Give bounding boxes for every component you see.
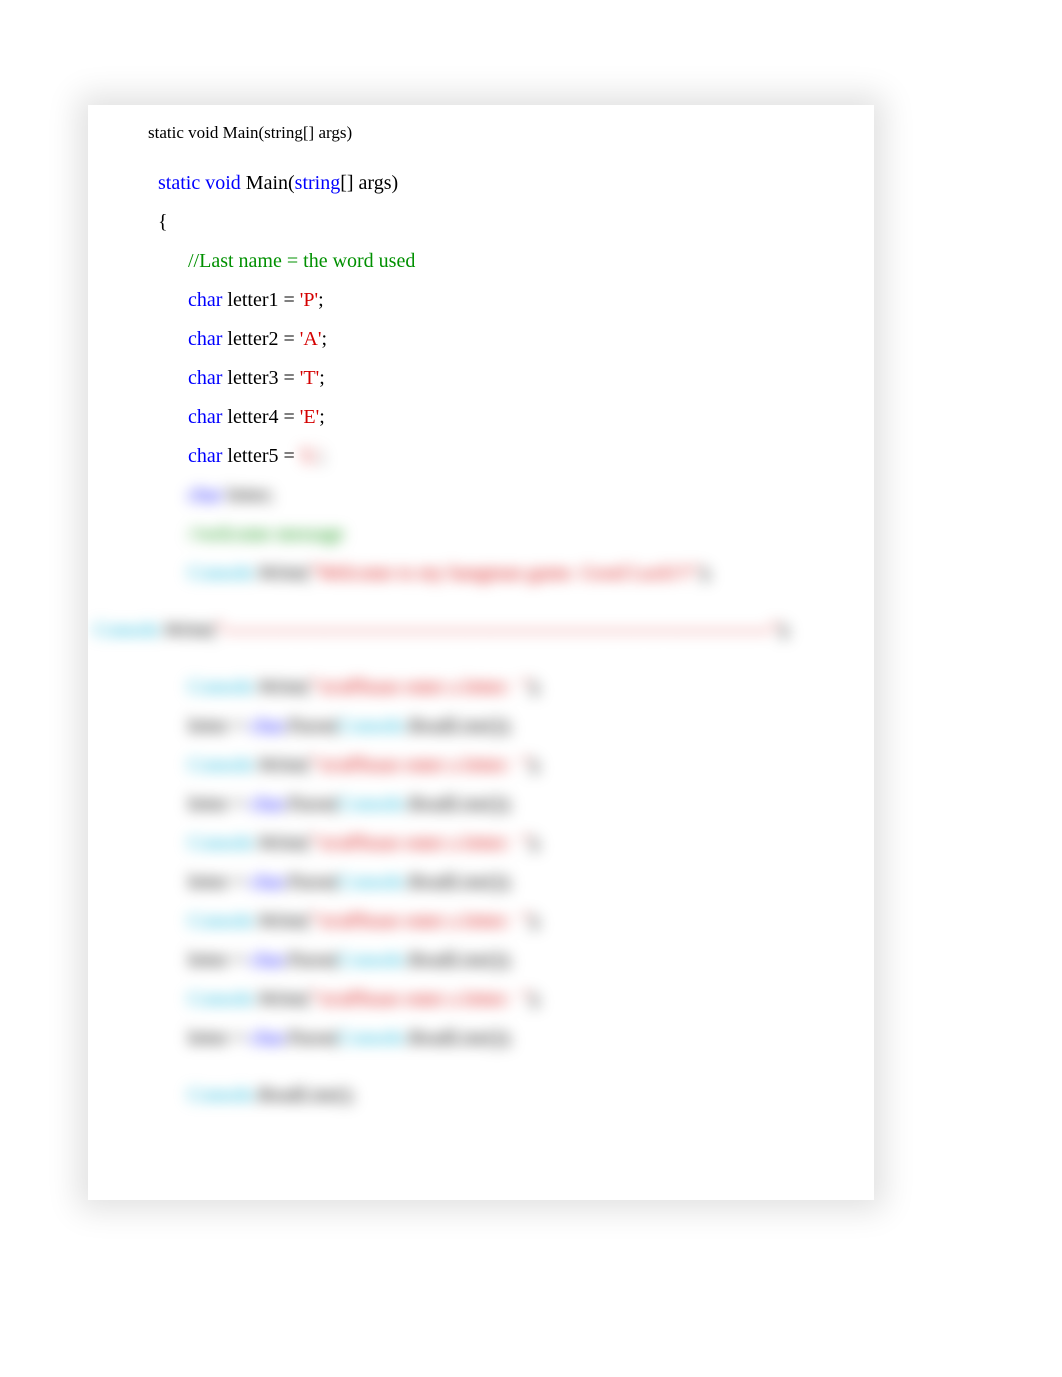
code-dashes: Console.Write("-------------------------… — [94, 620, 844, 640]
code-letter5: char letter5 = 'L'; — [158, 446, 844, 466]
code-enter-5: Console.Write("\n\nPlease enter a letter… — [158, 989, 844, 1009]
code-enter-4: Console.Write("\n\nPlease enter a letter… — [158, 911, 844, 931]
code-assign-2: letter = char.Parse(Console.ReadLine()); — [158, 794, 844, 814]
document-page: static void Main(string[] args) static v… — [88, 105, 874, 1200]
code-assign-1: letter = char.Parse(Console.ReadLine()); — [158, 716, 844, 736]
code-comment-2: //welcome message — [158, 524, 844, 544]
code-assign-3: letter = char.Parse(Console.ReadLine()); — [158, 872, 844, 892]
code-letter4: char letter4 = 'E'; — [158, 407, 844, 427]
code-enter-3: Console.Write("\n\nPlease enter a letter… — [158, 833, 844, 853]
blurred-code-block: char letter; //welcome message Console.W… — [118, 485, 844, 1105]
code-welcome: Console.Write("Welcome to my hangman gam… — [158, 563, 844, 583]
page-header: static void Main(string[] args) — [148, 123, 844, 143]
code-readline-final: Console.ReadLine(); — [158, 1085, 844, 1105]
code-enter-1: Console.Write("\n\nPlease enter a letter… — [158, 677, 844, 697]
code-comment-1: //Last name = the word used — [158, 251, 844, 271]
code-assign-5: letter = char.Parse(Console.ReadLine()); — [158, 1028, 844, 1048]
code-letter-decl: char letter; — [158, 485, 844, 505]
code-assign-4: letter = char.Parse(Console.ReadLine()); — [158, 950, 844, 970]
code-letter2: char letter2 = 'A'; — [158, 329, 844, 349]
code-brace-open: { — [158, 212, 844, 232]
code-signature: static void Main(string[] args) — [158, 173, 844, 193]
code-letter1: char letter1 = 'P'; — [158, 290, 844, 310]
code-letter3: char letter3 = 'T'; — [158, 368, 844, 388]
code-enter-2: Console.Write("\n\nPlease enter a letter… — [158, 755, 844, 775]
